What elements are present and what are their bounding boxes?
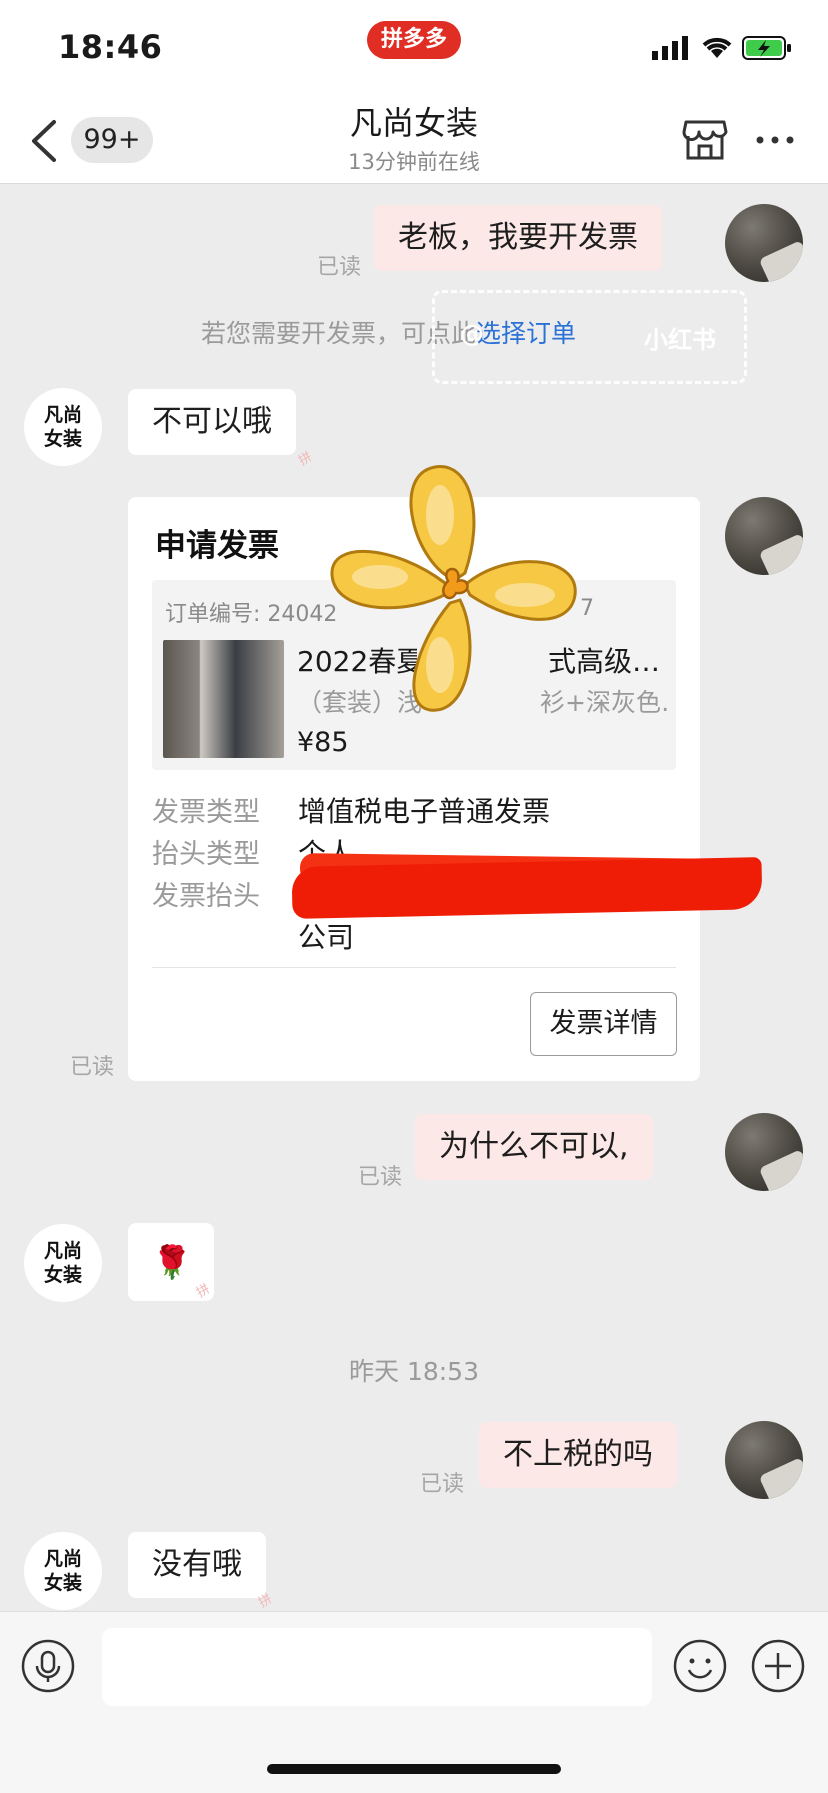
invoice-details-button[interactable]: 发票详情 [530, 992, 677, 1056]
shop-avatar-text: 凡尚 女装 [43, 1240, 82, 1286]
shop-avatar-text: 凡尚 女装 [43, 1548, 82, 1594]
my-message-bubble[interactable]: 为什么不可以, [415, 1114, 653, 1180]
pdd-mark: 拼 [296, 449, 315, 469]
message-timestamp: 昨天 18:53 [349, 1357, 479, 1386]
invoice-header-value: 公司 [298, 921, 355, 954]
read-receipt: 已读 [70, 1055, 115, 1080]
app-logo-badge: 拼多多 [367, 21, 461, 59]
shop-message-bubble[interactable]: 不可以哦 [128, 389, 296, 455]
redaction-mark [291, 857, 763, 919]
read-receipt: 已读 [358, 1165, 403, 1190]
shop-avatar[interactable]: 凡尚 女装 [24, 1224, 102, 1302]
my-avatar[interactable] [725, 204, 803, 282]
emoji-icon[interactable] [672, 1638, 728, 1694]
more-options-icon[interactable] [755, 133, 795, 147]
rose-emoji-icon: 🌹 [152, 1243, 192, 1281]
watermark-handle: @ [460, 320, 484, 348]
read-receipt: 已读 [317, 255, 362, 280]
header-type-label: 抬头类型 [152, 839, 260, 870]
invoice-type-value: 增值税电子普通发票 [298, 795, 551, 828]
battery-icon [742, 36, 791, 60]
my-message-bubble[interactable]: 老板，我要开发票 [374, 205, 662, 271]
product-thumbnail [163, 640, 284, 758]
add-attachment-icon[interactable] [750, 1638, 806, 1694]
signal-icon [652, 36, 688, 60]
invoice-header-label: 发票抬头 [152, 881, 260, 912]
status-time: 18:46 [58, 28, 163, 66]
home-indicator[interactable] [267, 1764, 561, 1774]
message-input[interactable] [102, 1628, 652, 1706]
shop-message-bubble[interactable]: 没有哦 [128, 1532, 266, 1598]
my-avatar[interactable] [725, 1421, 803, 1499]
shop-avatar[interactable]: 凡尚 女装 [24, 1532, 102, 1610]
invoice-card-title: 申请发票 [155, 528, 279, 564]
pdd-mark: 拼 [256, 1591, 275, 1611]
my-avatar[interactable] [725, 1113, 803, 1191]
store-icon[interactable] [682, 118, 728, 162]
read-receipt: 已读 [420, 1472, 465, 1497]
shop-avatar-text: 凡尚 女装 [43, 404, 82, 450]
voice-input-icon[interactable] [20, 1638, 76, 1694]
invoice-type-label: 发票类型 [152, 797, 260, 828]
shop-avatar[interactable]: 凡尚 女装 [24, 388, 102, 466]
my-avatar[interactable] [725, 497, 803, 575]
order-number-label: 订单编号: 24042 [165, 602, 338, 627]
wifi-icon [702, 37, 732, 58]
my-message-bubble[interactable]: 不上税的吗 [479, 1422, 677, 1488]
card-divider [152, 967, 676, 968]
product-price: ¥85 [297, 727, 349, 758]
watermark-brand: 小红书 [644, 326, 716, 354]
flower-sticker-icon [330, 465, 577, 712]
